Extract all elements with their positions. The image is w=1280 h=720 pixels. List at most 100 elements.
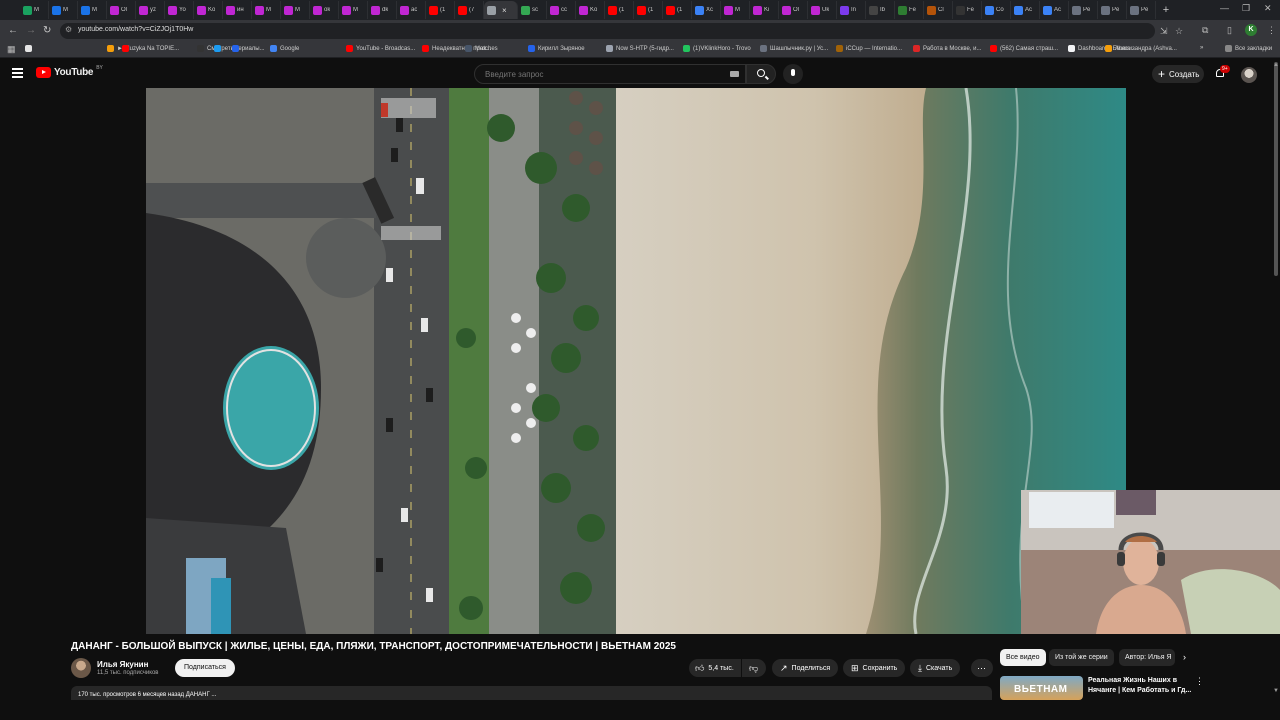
browser-tab[interactable]: (1	[426, 1, 455, 19]
bookmark-item[interactable]: (562) Самая страш...	[990, 45, 1058, 52]
browser-tab[interactable]: Ko	[576, 1, 605, 19]
browser-tab[interactable]: Cl	[924, 1, 953, 19]
recommended-title[interactable]: Реальная Жизнь Наших в Нячанге | Кем Раб…	[1088, 676, 1193, 696]
browser-tab[interactable]: Uk	[808, 1, 837, 19]
browser-tab[interactable]: cc	[547, 1, 576, 19]
browser-tab[interactable]: M	[49, 1, 78, 19]
like-button[interactable]: 👍︎ 5,4 тыс.	[689, 659, 741, 677]
browser-tab[interactable]: sc	[518, 1, 547, 19]
bookmark-item[interactable]: Ашшизандра (Ashva...	[1105, 45, 1177, 52]
browser-tab[interactable]: Ko	[194, 1, 223, 19]
browser-tab[interactable]: Fe	[895, 1, 924, 19]
browser-tab[interactable]: M	[281, 1, 310, 19]
browser-menu-icon[interactable]: ⋮	[1267, 25, 1276, 36]
bookmarks-overflow-icon[interactable]: »	[1200, 45, 1203, 51]
share-button[interactable]: ↗ Поделиться	[772, 659, 839, 677]
browser-tab[interactable]: M	[252, 1, 281, 19]
browser-tab[interactable]: Pe	[1098, 1, 1127, 19]
account-avatar[interactable]	[1241, 67, 1257, 83]
browser-tab[interactable]: Fe	[953, 1, 982, 19]
browser-tab[interactable]: ин	[223, 1, 252, 19]
sidepanel-icon[interactable]: ▯	[1227, 25, 1232, 36]
subscribe-button[interactable]: Подписаться	[175, 659, 235, 677]
browser-tab[interactable]: (1	[663, 1, 692, 19]
bookmark-item[interactable]: Кирилл Зыряное	[528, 45, 585, 52]
scroll-down-icon[interactable]: ▼	[1273, 688, 1279, 694]
browser-tab[interactable]: Co	[982, 1, 1011, 19]
chip-same-series[interactable]: Из той же серии	[1049, 649, 1114, 666]
recommended-more-icon[interactable]: ⋮	[1195, 676, 1204, 687]
download-button[interactable]: ⤓ Скачать	[910, 659, 961, 677]
search-box[interactable]	[474, 64, 746, 84]
browser-tab[interactable]: Ib	[866, 1, 895, 19]
bookmark-item[interactable]: Matches	[465, 45, 498, 52]
bookmark-item[interactable]: Смотреть сериалы...	[197, 45, 265, 52]
channel-name[interactable]: Илья Якунин	[97, 660, 148, 669]
bookmark-item[interactable]: ► Muzyka Na TOPIE...	[107, 45, 179, 52]
recommended-thumbnail[interactable]: ВЬЕТНАМ	[1000, 676, 1083, 700]
address-bar[interactable]: ⚙ youtube.com/watch?v=CiZJOj1T0Hw ⇲ ☆	[60, 23, 1183, 39]
video-player[interactable]	[146, 88, 1126, 634]
install-icon[interactable]: ⇲	[1160, 26, 1168, 37]
browser-tab[interactable]: (1	[634, 1, 663, 19]
site-info-icon[interactable]: ⚙	[65, 25, 72, 34]
close-window-icon[interactable]: ✕	[1264, 3, 1272, 14]
bookmark-item[interactable]: Google	[270, 45, 299, 52]
browser-tab[interactable]: (1	[605, 1, 634, 19]
keyboard-icon[interactable]	[730, 71, 739, 77]
chip-author[interactable]: Автор: Илья Я	[1119, 649, 1175, 666]
bookmark-item[interactable]	[232, 45, 242, 52]
hamburger-icon[interactable]	[12, 68, 23, 78]
browser-tab[interactable]: yz	[136, 1, 165, 19]
youtube-logo[interactable]: YouTube BY	[36, 65, 103, 78]
search-button[interactable]	[746, 64, 776, 84]
bookmark-item[interactable]: (1)VKlinkHoro - Trovo	[683, 45, 751, 52]
browser-tab[interactable]: Ac	[1011, 1, 1040, 19]
create-button[interactable]: + Создать	[1152, 65, 1204, 83]
browser-tab[interactable]: Xc	[692, 1, 721, 19]
voice-search-button[interactable]	[783, 64, 803, 84]
browser-tab[interactable]: Ki	[750, 1, 779, 19]
browser-tab[interactable]: (7	[455, 1, 484, 19]
forward-icon[interactable]: →	[26, 25, 36, 36]
browser-tab[interactable]: Ac	[1040, 1, 1069, 19]
bookmark-item[interactable]: iCCup — Internatio...	[836, 45, 902, 52]
reload-icon[interactable]: ↻	[43, 25, 51, 36]
tab-close-icon[interactable]: ×	[502, 6, 507, 15]
all-bookmarks-link[interactable]: Все закладки	[1225, 45, 1272, 52]
channel-avatar[interactable]	[71, 658, 91, 678]
bookmark-item[interactable]	[122, 45, 132, 52]
browser-tab[interactable]: ac	[397, 1, 426, 19]
maximize-icon[interactable]: ❐	[1242, 3, 1250, 14]
browser-tab[interactable]: Pe	[1069, 1, 1098, 19]
bookmark-item[interactable]: Now S-HTP (5-гидр...	[606, 45, 674, 52]
apps-grid-icon[interactable]: ▦	[7, 44, 16, 55]
browser-tab[interactable]: Ol	[779, 1, 808, 19]
new-tab-button[interactable]: +	[1159, 4, 1173, 16]
browser-profile-avatar[interactable]: K	[1245, 24, 1257, 36]
browser-tab[interactable]: M	[78, 1, 107, 19]
browser-tab[interactable]: M	[339, 1, 368, 19]
browser-tab[interactable]: ok	[310, 1, 339, 19]
back-icon[interactable]: ←	[8, 25, 18, 36]
bookmark-item[interactable]	[25, 45, 35, 52]
scroll-up-icon[interactable]: ▲	[1273, 62, 1279, 68]
extensions-icon[interactable]: ⧉	[1202, 25, 1208, 36]
chevron-right-icon[interactable]: ›	[1183, 652, 1186, 662]
bookmark-item[interactable]: Работа в Москве, и...	[913, 45, 982, 52]
bookmark-item[interactable]: Шашлычник.ру | Ус...	[760, 45, 828, 52]
chip-all-videos[interactable]: Все видео	[1000, 649, 1046, 666]
bookmark-item[interactable]	[214, 45, 224, 52]
browser-tab[interactable]: In	[837, 1, 866, 19]
description-box[interactable]: 170 тыс. просмотров 6 месяцев назад ДАНА…	[71, 686, 992, 700]
browser-tab-active[interactable]: ×	[484, 1, 518, 19]
browser-tab[interactable]: Pe	[1127, 1, 1156, 19]
browser-tab[interactable]: M	[721, 1, 750, 19]
more-actions-button[interactable]: ⋯	[971, 659, 993, 677]
save-button[interactable]: ⊞ Сохранить	[843, 659, 906, 677]
browser-tab[interactable]: Yo	[165, 1, 194, 19]
bookmark-star-icon[interactable]: ☆	[1175, 26, 1183, 37]
page-scrollbar[interactable]	[1274, 62, 1278, 276]
dislike-button[interactable]: 👎︎	[742, 659, 766, 677]
bookmark-item[interactable]: YouTube - Broadcas...	[346, 45, 415, 52]
